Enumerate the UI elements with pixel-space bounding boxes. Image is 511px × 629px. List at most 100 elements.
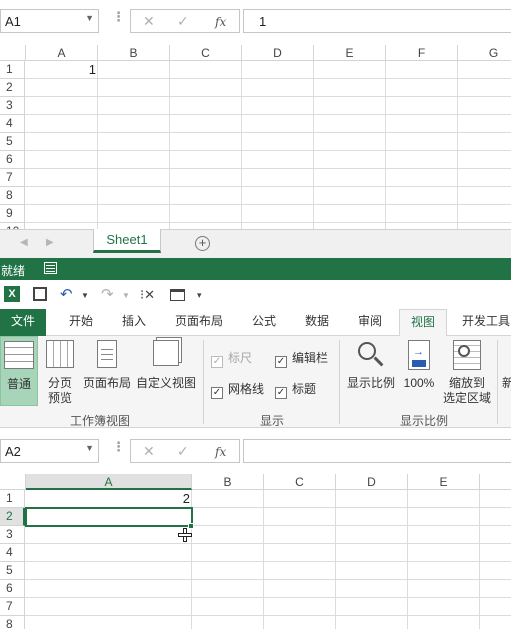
page-layout-label: 页面布局: [82, 376, 131, 390]
tab-formulas[interactable]: 公式: [242, 309, 286, 336]
cancel-icon[interactable]: ✕: [143, 13, 155, 30]
row-header[interactable]: 2: [0, 79, 25, 97]
chevron-down-icon[interactable]: ▼: [85, 13, 94, 23]
group-separator: [497, 340, 498, 424]
top-name-box[interactable]: A1 ▼: [0, 9, 99, 33]
enter-icon[interactable]: ✓: [177, 13, 189, 30]
add-sheet-icon[interactable]: +: [195, 236, 210, 251]
bottom-grid[interactable]: 1 2 3 4 5 6 7 8 2: [0, 490, 511, 629]
row-header[interactable]: 4: [0, 544, 25, 562]
tab-data[interactable]: 数据: [295, 309, 339, 336]
tab-page-layout[interactable]: 页面布局: [169, 309, 229, 336]
gridlines-label: 网格线: [228, 382, 265, 396]
insert-function-icon[interactable]: fx: [215, 15, 226, 29]
custom-views-button[interactable]: 自定义视图: [135, 336, 197, 406]
undo-icon[interactable]: ↶: [60, 285, 73, 303]
row-header[interactable]: 4: [0, 115, 25, 133]
more-icon: ⋮: [112, 439, 125, 454]
formula-value: 1: [259, 14, 267, 29]
select-all-corner[interactable]: [0, 474, 26, 490]
chevron-down-icon[interactable]: ▼: [85, 443, 94, 453]
zoom-label: 显示比例: [346, 376, 395, 390]
column-header[interactable]: A: [26, 45, 98, 61]
zoom-100-button[interactable]: → 100%: [401, 336, 437, 406]
column-header[interactable]: C: [264, 474, 336, 490]
tab-file[interactable]: 文件: [0, 309, 46, 336]
row-header[interactable]: 3: [0, 526, 25, 544]
enter-icon[interactable]: ✓: [177, 443, 189, 460]
zoom-selection-icon: [453, 340, 481, 370]
sheet-tab[interactable]: Sheet1: [93, 229, 161, 253]
row-header[interactable]: 6: [0, 580, 25, 598]
row-header[interactable]: 1: [0, 61, 25, 79]
normal-view-button[interactable]: 普通: [0, 336, 38, 406]
formula-bar-checkbox[interactable]: ✓ 编辑栏: [275, 349, 328, 368]
row-header[interactable]: 7: [0, 169, 25, 187]
row-header[interactable]: 5: [0, 562, 25, 580]
page-break-preview-button[interactable]: 分页 预览: [43, 336, 77, 406]
row-header[interactable]: 9: [0, 205, 25, 223]
macro-record-icon[interactable]: [44, 262, 57, 274]
save-icon[interactable]: [33, 287, 47, 301]
scroll-right-icon[interactable]: ▶: [46, 237, 54, 248]
insert-function-icon[interactable]: fx: [215, 445, 226, 459]
window-icon[interactable]: [170, 289, 185, 301]
ribbon-view-panel: 普通 分页 预览 页面布局 自定义视图 工作簿视图 ✓ 标尺 ✓ 编辑栏 ✓ 网格线 …: [0, 336, 511, 428]
row-header[interactable]: 5: [0, 133, 25, 151]
column-header[interactable]: B: [98, 45, 170, 61]
tab-review[interactable]: 审阅: [348, 309, 392, 336]
tab-insert[interactable]: 插入: [112, 309, 156, 336]
top-grid[interactable]: 1 2 3 4 5 6 7 8 9 10 1: [0, 61, 511, 229]
row-header[interactable]: 8: [0, 616, 25, 629]
cancel-icon[interactable]: ✕: [143, 443, 155, 460]
clear-format-icon[interactable]: ⁝✕: [140, 287, 155, 303]
tab-home[interactable]: 开始: [59, 309, 103, 336]
cell-a1[interactable]: 2: [26, 491, 190, 506]
status-bar: 就绪: [0, 258, 511, 280]
magnifier-icon: [356, 340, 386, 370]
top-formula-input[interactable]: 1: [243, 9, 511, 33]
zoom-button[interactable]: 显示比例: [344, 336, 398, 406]
row-header[interactable]: 1: [0, 490, 25, 508]
row-header[interactable]: 7: [0, 598, 25, 616]
bottom-column-headers: A B C D E: [0, 474, 511, 490]
column-header[interactable]: G: [458, 45, 511, 61]
redo-icon[interactable]: ↷: [101, 285, 114, 303]
column-header[interactable]: E: [408, 474, 480, 490]
row-header[interactable]: 3: [0, 97, 25, 115]
arrow-right-icon: →: [413, 346, 424, 358]
gridlines-checkbox[interactable]: ✓ 网格线: [211, 380, 264, 399]
column-header[interactable]: F: [386, 45, 458, 61]
zoom-to-selection-button[interactable]: 缩放到 选定区域: [440, 336, 494, 406]
tab-developer[interactable]: 开发工具: [458, 309, 511, 336]
customize-toolbar-icon[interactable]: ▾: [197, 290, 202, 301]
select-all-corner[interactable]: [0, 45, 26, 61]
bottom-formula-input[interactable]: [243, 439, 511, 463]
column-header[interactable]: D: [336, 474, 408, 490]
column-header[interactable]: C: [170, 45, 242, 61]
cell-a1[interactable]: 1: [26, 62, 96, 77]
chevron-down-icon[interactable]: ▼: [81, 291, 89, 300]
formula-buttons: ✕ ✓ fx: [130, 439, 240, 463]
ruler-checkbox[interactable]: ✓ 标尺: [211, 349, 252, 368]
custom-views-icon: [153, 340, 179, 366]
column-header[interactable]: D: [242, 45, 314, 61]
ribbon-tabs: 文件 开始 插入 页面布局 公式 数据 审阅 视图 开发工具: [0, 309, 511, 337]
normal-view-icon: [4, 341, 34, 369]
column-header[interactable]: A: [26, 474, 192, 490]
tab-view[interactable]: 视图: [399, 309, 447, 337]
column-header[interactable]: B: [192, 474, 264, 490]
group-separator: [339, 340, 340, 424]
name-box-value: A2: [5, 444, 21, 459]
new-window-button[interactable]: 新: [502, 336, 511, 406]
selected-cell-a2[interactable]: [25, 507, 193, 527]
headings-checkbox[interactable]: ✓ 标题: [275, 380, 316, 399]
row-header[interactable]: 6: [0, 151, 25, 169]
column-header[interactable]: E: [314, 45, 386, 61]
chevron-down-icon[interactable]: ▼: [122, 291, 130, 300]
page-layout-view-button[interactable]: 页面布局: [82, 336, 132, 406]
row-header[interactable]: 2: [0, 508, 25, 526]
row-header[interactable]: 8: [0, 187, 25, 205]
scroll-left-icon[interactable]: ◀: [20, 237, 28, 248]
bottom-name-box[interactable]: A2 ▼: [0, 439, 99, 463]
